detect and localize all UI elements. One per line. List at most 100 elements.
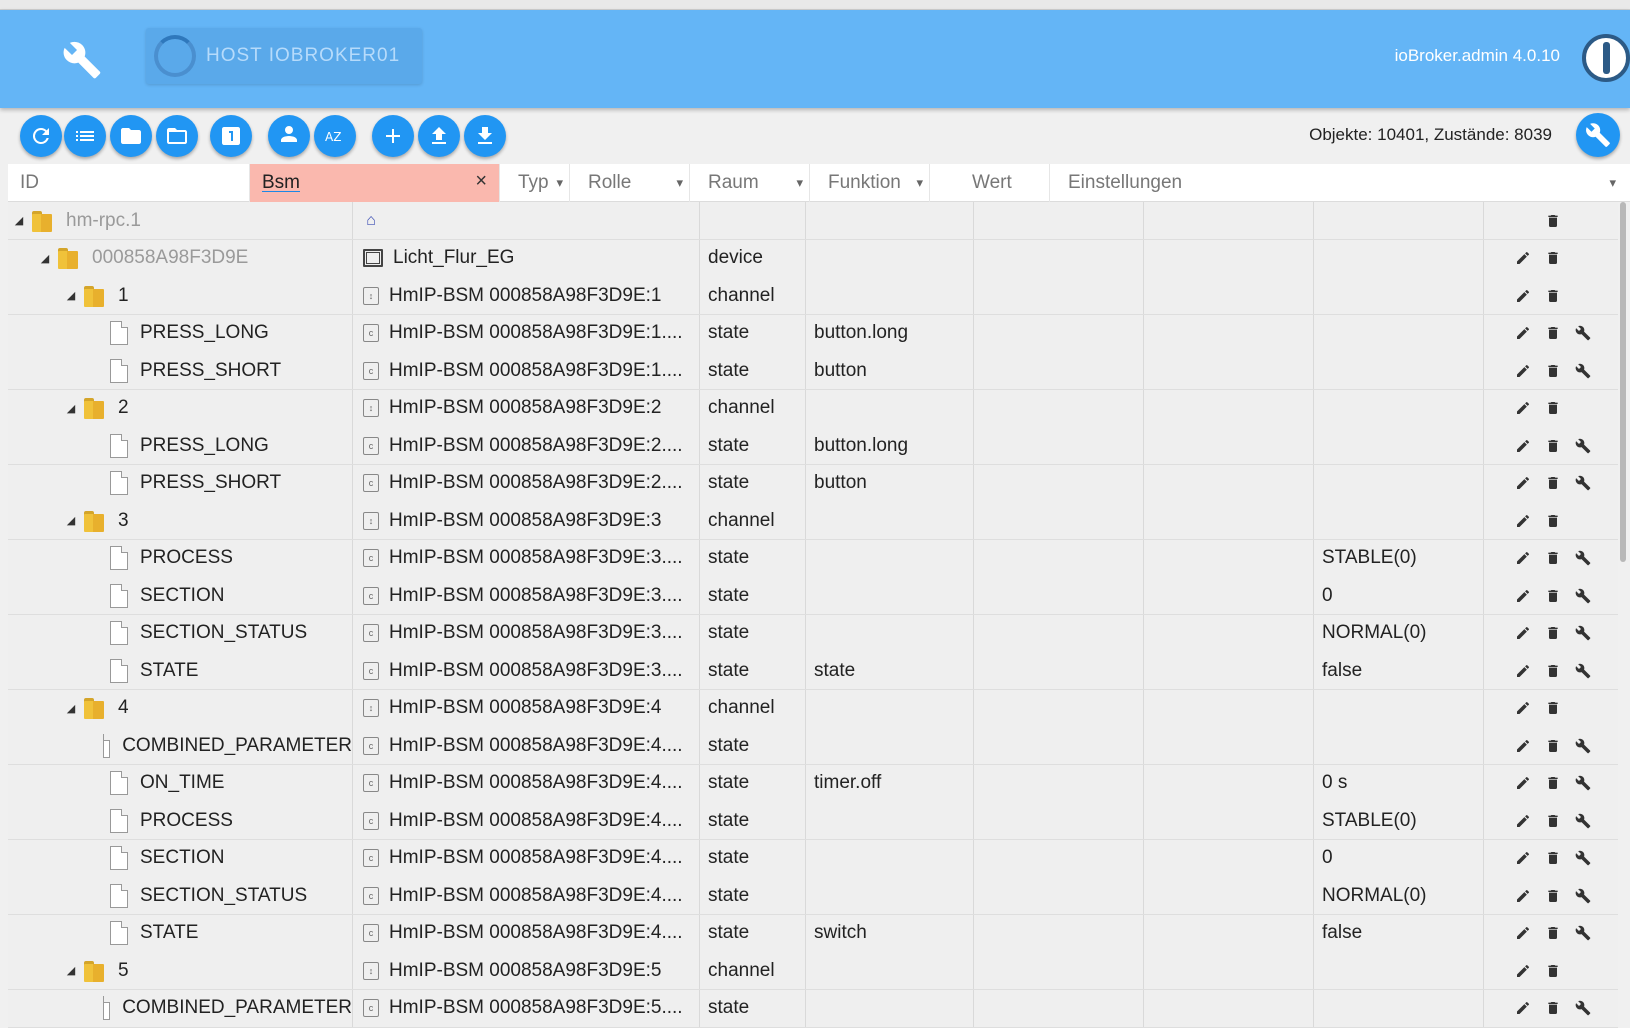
settings-wrench-icon[interactable] bbox=[1572, 847, 1594, 869]
table-row[interactable]: PRESS_SHORT c HmIP-BSM 000858A98F3D9E:1...… bbox=[8, 352, 1618, 390]
table-row[interactable]: ◢ 4 ↕ HmIP-BSM 000858A98F3D9E:4 channel bbox=[8, 689, 1618, 728]
delete-icon[interactable] bbox=[1542, 397, 1564, 419]
delete-icon[interactable] bbox=[1542, 435, 1564, 457]
table-row[interactable]: PRESS_LONG c HmIP-BSM 000858A98F3D9E:1....… bbox=[8, 314, 1618, 353]
edit-icon[interactable] bbox=[1512, 735, 1534, 757]
delete-icon[interactable] bbox=[1542, 660, 1564, 682]
object-value-cell[interactable] bbox=[1314, 464, 1484, 502]
settings-wrench-icon[interactable] bbox=[1572, 472, 1594, 494]
settings-wrench-icon[interactable] bbox=[1572, 885, 1594, 907]
object-value-cell[interactable] bbox=[1314, 239, 1484, 277]
delete-icon[interactable] bbox=[1542, 285, 1564, 307]
clear-filter-icon[interactable]: × bbox=[475, 170, 487, 193]
delete-icon[interactable] bbox=[1542, 810, 1564, 832]
delete-icon[interactable] bbox=[1542, 210, 1564, 232]
object-value-cell[interactable] bbox=[1314, 989, 1484, 1027]
object-value-cell[interactable] bbox=[1314, 689, 1484, 727]
table-row[interactable]: SECTION_STATUS c HmIP-BSM 000858A98F3D9E:3… bbox=[8, 614, 1618, 653]
table-row[interactable]: PROCESS c HmIP-BSM 000858A98F3D9E:3.... sta… bbox=[8, 539, 1618, 578]
room-filter-select[interactable]: Raum ▾ bbox=[690, 164, 810, 202]
edit-icon[interactable] bbox=[1512, 285, 1534, 307]
delete-icon[interactable] bbox=[1542, 360, 1564, 382]
edit-icon[interactable] bbox=[1512, 435, 1534, 457]
iobroker-logo-icon[interactable] bbox=[1582, 34, 1630, 82]
table-row[interactable]: ON_TIME c HmIP-BSM 000858A98F3D9E:4.... sta… bbox=[8, 764, 1618, 803]
folder-icon[interactable] bbox=[110, 115, 152, 157]
name-filter-input[interactable]: Bsm × bbox=[250, 164, 500, 202]
delete-icon[interactable] bbox=[1542, 997, 1564, 1019]
settings-wrench-icon[interactable] bbox=[1572, 622, 1594, 644]
table-row[interactable]: STATE c HmIP-BSM 000858A98F3D9E:3.... state… bbox=[8, 652, 1618, 690]
expert-mode-icon[interactable] bbox=[268, 115, 310, 157]
edit-icon[interactable] bbox=[1512, 622, 1534, 644]
table-row[interactable]: ◢ 2 ↕ HmIP-BSM 000858A98F3D9E:2 channel bbox=[8, 389, 1618, 428]
tree-expand-toggle-icon[interactable]: ◢ bbox=[66, 702, 76, 715]
object-value-cell[interactable] bbox=[1314, 352, 1484, 389]
refresh-icon[interactable] bbox=[20, 115, 62, 157]
object-value-cell[interactable] bbox=[1314, 202, 1484, 239]
table-row[interactable]: ◢ hm-rpc.1 ⌂ bbox=[8, 202, 1618, 240]
settings-wrench-icon[interactable] bbox=[1572, 585, 1594, 607]
settings-wrench-icon[interactable] bbox=[1572, 435, 1594, 457]
table-row[interactable]: SECTION c HmIP-BSM 000858A98F3D9E:4.... sta… bbox=[8, 839, 1618, 878]
edit-icon[interactable] bbox=[1512, 885, 1534, 907]
table-row[interactable]: ◢ 3 ↕ HmIP-BSM 000858A98F3D9E:3 channel bbox=[8, 502, 1618, 540]
sort-az-icon[interactable]: AZ bbox=[314, 115, 356, 157]
delete-icon[interactable] bbox=[1542, 472, 1564, 494]
table-row[interactable]: PROCESS c HmIP-BSM 000858A98F3D9E:4.... sta… bbox=[8, 802, 1618, 840]
id-filter-input[interactable]: ID bbox=[8, 164, 250, 202]
number-one-icon[interactable] bbox=[210, 115, 252, 157]
edit-icon[interactable] bbox=[1512, 360, 1534, 382]
edit-icon[interactable] bbox=[1512, 960, 1534, 982]
edit-icon[interactable] bbox=[1512, 472, 1534, 494]
list-icon[interactable] bbox=[64, 115, 106, 157]
object-value-cell[interactable]: 0 bbox=[1314, 577, 1484, 614]
edit-icon[interactable] bbox=[1512, 847, 1534, 869]
object-value-cell[interactable]: NORMAL(0) bbox=[1314, 614, 1484, 652]
table-row[interactable]: SECTION c HmIP-BSM 000858A98F3D9E:3.... sta… bbox=[8, 577, 1618, 615]
role-filter-select[interactable]: Rolle ▾ bbox=[570, 164, 690, 202]
edit-icon[interactable] bbox=[1512, 585, 1534, 607]
object-value-cell[interactable] bbox=[1314, 389, 1484, 427]
edit-icon[interactable] bbox=[1512, 810, 1534, 832]
delete-icon[interactable] bbox=[1542, 960, 1564, 982]
delete-icon[interactable] bbox=[1542, 922, 1564, 944]
delete-icon[interactable] bbox=[1542, 735, 1564, 757]
table-row[interactable]: SECTION_STATUS c HmIP-BSM 000858A98F3D9E:4… bbox=[8, 877, 1618, 915]
object-value-cell[interactable] bbox=[1314, 427, 1484, 464]
table-row[interactable]: ◢ 1 ↕ HmIP-BSM 000858A98F3D9E:1 channel bbox=[8, 277, 1618, 315]
object-value-cell[interactable]: false bbox=[1314, 652, 1484, 689]
settings-wrench-icon[interactable] bbox=[1572, 810, 1594, 832]
edit-icon[interactable] bbox=[1512, 510, 1534, 532]
tree-expand-toggle-icon[interactable]: ◢ bbox=[14, 214, 24, 227]
object-value-cell[interactable]: STABLE(0) bbox=[1314, 539, 1484, 577]
delete-icon[interactable] bbox=[1542, 247, 1564, 269]
download-icon[interactable] bbox=[464, 115, 506, 157]
tree-expand-toggle-icon[interactable]: ◢ bbox=[66, 964, 76, 977]
table-row[interactable]: ◢ 5 ↕ HmIP-BSM 000858A98F3D9E:5 channel bbox=[8, 952, 1618, 990]
delete-icon[interactable] bbox=[1542, 585, 1564, 607]
edit-icon[interactable] bbox=[1512, 660, 1534, 682]
edit-icon[interactable] bbox=[1512, 772, 1534, 794]
settings-wrench-icon[interactable] bbox=[1572, 735, 1594, 757]
folder-open-icon[interactable] bbox=[156, 115, 198, 157]
object-value-cell[interactable] bbox=[1314, 314, 1484, 352]
settings-wrench-icon[interactable] bbox=[1572, 997, 1594, 1019]
delete-icon[interactable] bbox=[1542, 547, 1564, 569]
object-value-cell[interactable]: STABLE(0) bbox=[1314, 802, 1484, 839]
edit-icon[interactable] bbox=[1512, 997, 1534, 1019]
delete-icon[interactable] bbox=[1542, 772, 1564, 794]
settings-wrench-icon[interactable] bbox=[1572, 322, 1594, 344]
add-icon[interactable] bbox=[372, 115, 414, 157]
object-value-cell[interactable] bbox=[1314, 277, 1484, 314]
delete-icon[interactable] bbox=[1542, 622, 1564, 644]
delete-icon[interactable] bbox=[1542, 510, 1564, 532]
tree-expand-toggle-icon[interactable]: ◢ bbox=[66, 289, 76, 302]
vertical-scrollbar[interactable] bbox=[1620, 202, 1626, 562]
object-value-cell[interactable] bbox=[1314, 727, 1484, 764]
settings-wrench-icon[interactable] bbox=[1572, 922, 1594, 944]
host-selector-button[interactable]: HOST IOBROKER01 bbox=[146, 28, 422, 84]
table-row[interactable]: COMBINED_PARAMETER c HmIP-BSM 000858A98F3D… bbox=[8, 989, 1618, 1028]
object-value-cell[interactable]: false bbox=[1314, 914, 1484, 952]
edit-icon[interactable] bbox=[1512, 397, 1534, 419]
